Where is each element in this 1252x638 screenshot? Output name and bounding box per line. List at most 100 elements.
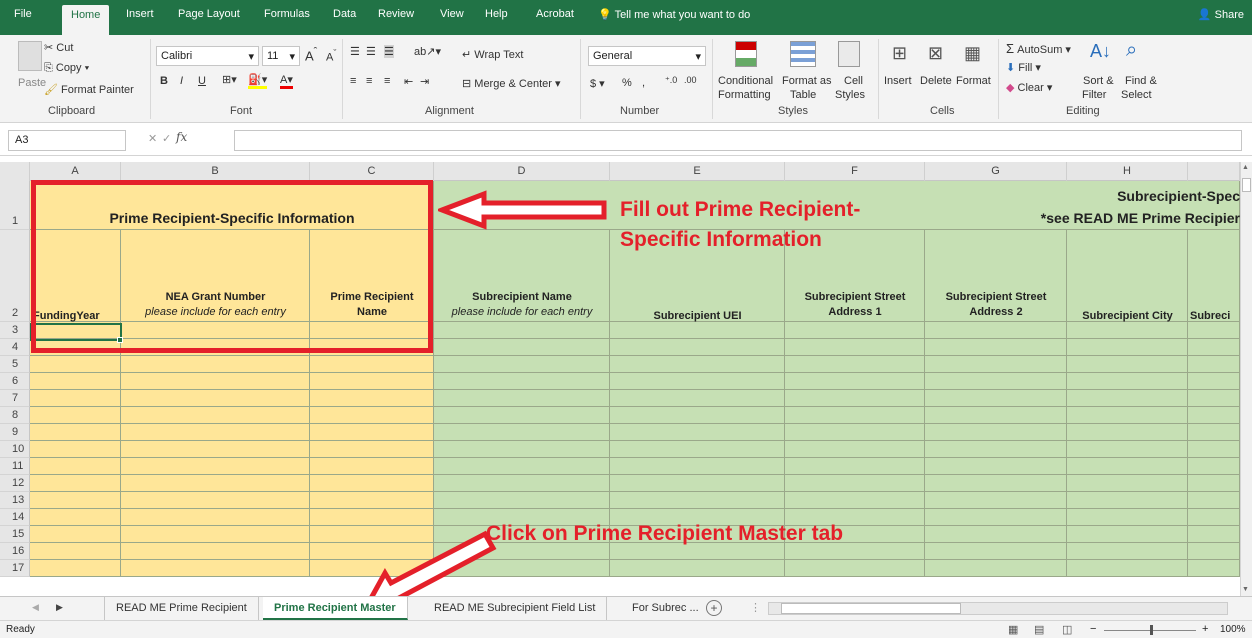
sheet-tab-for-subrec[interactable]: For Subrec ... (621, 597, 710, 620)
percent-icon[interactable]: % (622, 77, 632, 89)
grid-cell[interactable] (785, 441, 925, 458)
grid-cell[interactable] (121, 560, 310, 577)
cut-button[interactable]: ✂ Cut (44, 41, 73, 54)
grid-cell[interactable] (1067, 441, 1188, 458)
tab-view[interactable]: View (440, 8, 464, 20)
grid-cell[interactable] (1067, 407, 1188, 424)
grid-cell[interactable] (1188, 407, 1240, 424)
grid-cell[interactable] (310, 373, 434, 390)
scroll-down-icon[interactable]: ▼ (1242, 586, 1251, 594)
clear-button[interactable]: ◆ Clear ▾ (1006, 81, 1052, 94)
grid-cell[interactable] (434, 475, 610, 492)
column-header-e[interactable]: E (610, 162, 785, 181)
grid-cell[interactable] (434, 424, 610, 441)
name-box[interactable]: A3 (8, 130, 126, 151)
grid-cell[interactable] (925, 424, 1067, 441)
format-painter-button[interactable]: 🖌 Format Painter (44, 83, 134, 96)
grid-cell[interactable] (785, 356, 925, 373)
grid-cell[interactable] (610, 339, 785, 356)
grid-cell[interactable] (434, 407, 610, 424)
grid-cell[interactable] (30, 458, 121, 475)
row-header[interactable]: 4 (0, 339, 30, 356)
zoom-out-icon[interactable]: − (1090, 623, 1096, 635)
align-bottom-icon[interactable]: ☰ (384, 45, 394, 58)
grid-cell[interactable] (30, 441, 121, 458)
grid-cell[interactable] (925, 390, 1067, 407)
grid-cell[interactable] (785, 339, 925, 356)
row-header[interactable]: 2 (0, 230, 30, 322)
borders-icon[interactable]: ⊞▾ (222, 73, 237, 86)
grid-cell[interactable] (610, 492, 785, 509)
vertical-scrollbar[interactable]: ▲ ▼ (1240, 162, 1252, 596)
grid-cell[interactable] (121, 373, 310, 390)
row-header[interactable]: 5 (0, 356, 30, 373)
grid-cell[interactable] (610, 424, 785, 441)
grid-cell[interactable] (785, 560, 925, 577)
grid-cell[interactable] (30, 390, 121, 407)
share-button[interactable]: 👤 Share (1198, 8, 1244, 21)
page-break-view-icon[interactable]: ◫ (1062, 623, 1072, 636)
grid-cell[interactable] (121, 441, 310, 458)
grid-cell[interactable] (1188, 424, 1240, 441)
grid-cell[interactable] (610, 407, 785, 424)
row-header[interactable]: 12 (0, 475, 30, 492)
row-header[interactable]: 11 (0, 458, 30, 475)
grid-cell[interactable] (121, 492, 310, 509)
sheet-tab-prime-master[interactable]: Prime Recipient Master (263, 597, 408, 620)
row-header[interactable]: 17 (0, 560, 30, 577)
grid-cell[interactable] (925, 509, 1067, 526)
autosum-button[interactable]: Σ AutoSum ▾ (1006, 41, 1071, 56)
align-middle-icon[interactable]: ☰ (366, 45, 376, 58)
row-header[interactable]: 6 (0, 373, 30, 390)
enter-icon[interactable]: ✓ (162, 132, 171, 145)
underline-button[interactable]: U (198, 75, 206, 87)
scroll-tabs-left-icon[interactable]: ◀ (32, 602, 39, 613)
grid-cell[interactable] (925, 373, 1067, 390)
grid-cell[interactable] (925, 526, 1067, 543)
row-header[interactable]: 1 (0, 181, 30, 230)
grid-cell[interactable] (1067, 373, 1188, 390)
grid-cell[interactable] (610, 475, 785, 492)
increase-indent-icon[interactable]: ⇥ (420, 75, 429, 88)
grid-cell[interactable] (1067, 322, 1188, 339)
grid-cell[interactable] (310, 458, 434, 475)
grid-cell[interactable] (1188, 492, 1240, 509)
align-top-icon[interactable]: ☰ (350, 45, 360, 58)
grid-cell[interactable] (310, 475, 434, 492)
grid-cell[interactable] (310, 390, 434, 407)
grid-cell[interactable] (925, 560, 1067, 577)
number-format-select[interactable]: General ▾ (588, 46, 706, 66)
grid-cell[interactable] (925, 475, 1067, 492)
grid-cell[interactable] (121, 526, 310, 543)
row-header[interactable]: 16 (0, 543, 30, 560)
grid-cell[interactable] (610, 356, 785, 373)
grid-cell[interactable] (610, 373, 785, 390)
grid-cell[interactable] (925, 322, 1067, 339)
row-header[interactable]: 15 (0, 526, 30, 543)
grid-cell[interactable] (925, 356, 1067, 373)
grid-cell[interactable] (30, 475, 121, 492)
grid-cell[interactable] (310, 492, 434, 509)
grid-cell[interactable] (30, 356, 121, 373)
decrease-decimal-icon[interactable]: .00 (684, 75, 697, 85)
grid-cell[interactable] (785, 492, 925, 509)
column-header-b[interactable]: B (121, 162, 310, 181)
grid-cell[interactable] (310, 441, 434, 458)
align-center-icon[interactable]: ≡ (366, 75, 372, 87)
grid-cell[interactable] (1188, 458, 1240, 475)
grid-cell[interactable] (1188, 230, 1240, 322)
column-header-g[interactable]: G (925, 162, 1067, 181)
grid-cell[interactable] (121, 424, 310, 441)
tab-insert[interactable]: Insert (126, 8, 154, 20)
grid-cell[interactable] (30, 560, 121, 577)
orientation-icon[interactable]: ab↗▾ (414, 45, 441, 58)
conditional-formatting-button[interactable]: Conditional (718, 75, 773, 87)
sheet-tab-readme-prime[interactable]: READ ME Prime Recipient (104, 597, 259, 620)
sort-filter-button[interactable]: Sort & (1083, 75, 1114, 87)
grid-cell[interactable] (121, 407, 310, 424)
column-header-i[interactable] (1188, 162, 1240, 181)
merge-center-button[interactable]: ⊟ Merge & Center ▾ (462, 77, 561, 90)
grid-cell[interactable] (1067, 543, 1188, 560)
grid-cell[interactable] (1067, 509, 1188, 526)
horizontal-scroll-thumb[interactable] (781, 603, 961, 614)
